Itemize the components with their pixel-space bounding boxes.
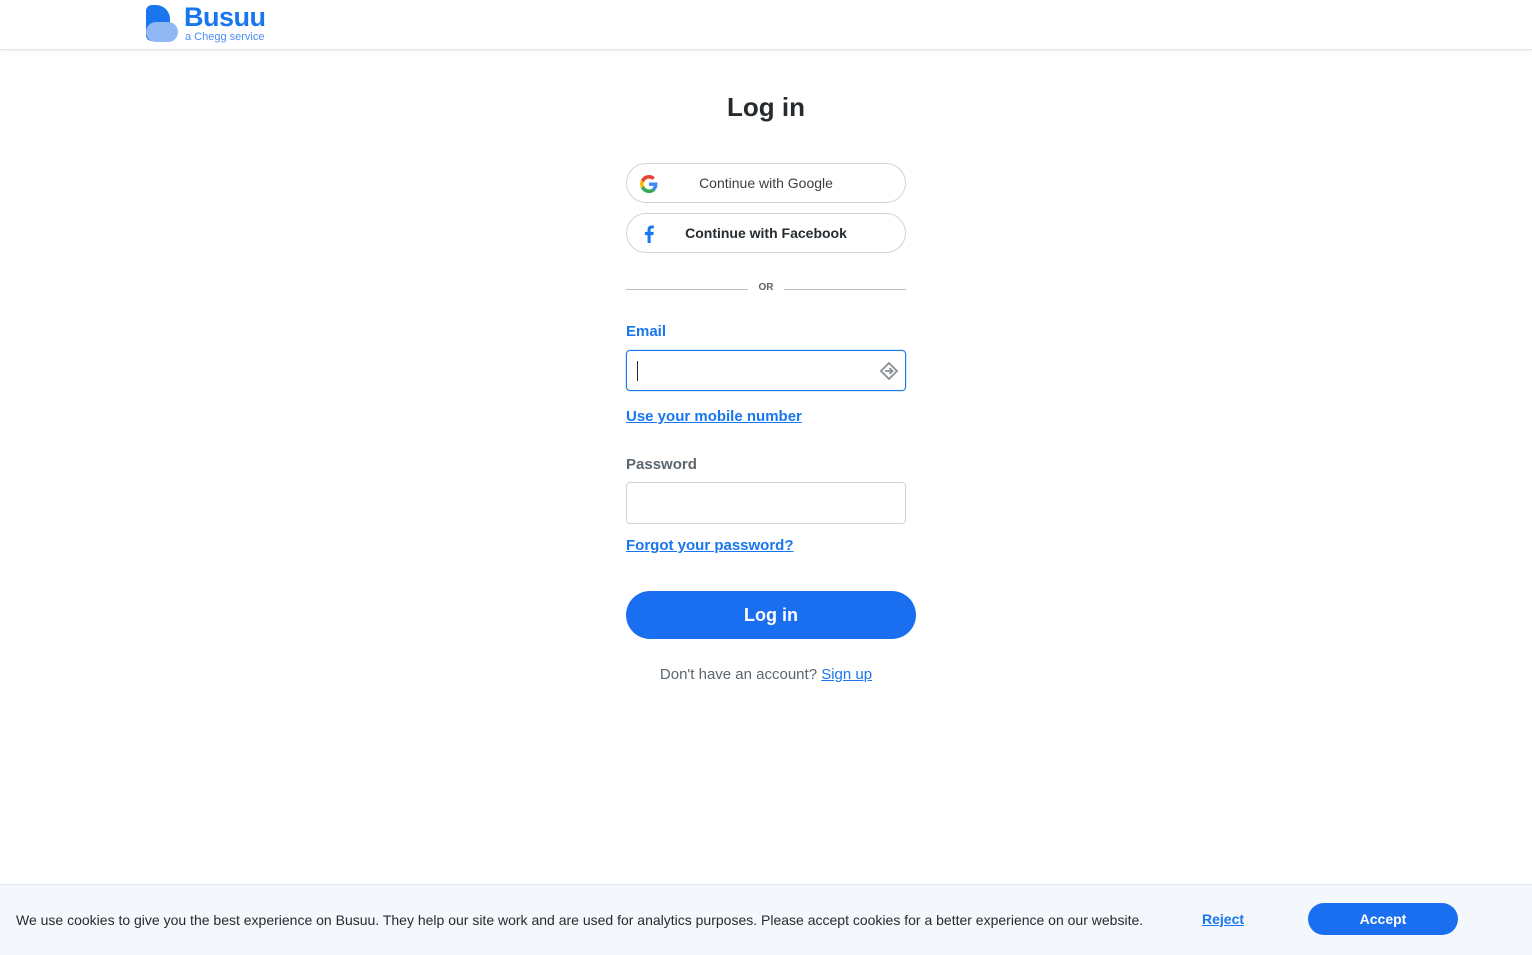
or-label: OR — [758, 282, 774, 293]
signup-prompt: Don't have an account? Sign up — [0, 666, 1532, 683]
top-header: Busuu a Chegg service — [0, 0, 1532, 50]
continue-with-facebook-button[interactable]: Continue with Facebook — [626, 213, 906, 253]
google-icon — [639, 174, 659, 194]
use-mobile-number-link[interactable]: Use your mobile number — [626, 408, 802, 425]
busuu-logo[interactable]: Busuu a Chegg service — [145, 4, 266, 46]
password-label: Password — [626, 456, 697, 473]
cookie-message: We use cookies to give you the best expe… — [16, 912, 1144, 928]
brand-name: Busuu — [184, 2, 266, 32]
password-field[interactable] — [626, 482, 906, 524]
page-title: Log in — [727, 92, 805, 122]
facebook-button-label: Continue with Facebook — [685, 225, 847, 241]
busuu-logo-icon — [145, 4, 179, 44]
continue-with-google-button[interactable]: Continue with Google — [626, 163, 906, 203]
email-field[interactable] — [626, 350, 906, 391]
autofill-key-icon[interactable] — [879, 361, 899, 381]
cookie-banner: We use cookies to give you the best expe… — [0, 884, 1532, 955]
login-button[interactable]: Log in — [626, 591, 916, 639]
google-button-label: Continue with Google — [699, 175, 833, 191]
brand-subtitle: a Chegg service — [185, 31, 265, 43]
facebook-icon — [639, 224, 659, 244]
no-account-text: Don't have an account? — [659, 666, 818, 683]
or-divider: OR — [626, 280, 906, 298]
reject-cookies-button[interactable]: Reject — [1202, 911, 1244, 927]
email-label: Email — [626, 323, 667, 340]
text-cursor — [637, 361, 638, 381]
forgot-password-link[interactable]: Forgot your password? — [626, 537, 794, 554]
accept-cookies-button[interactable]: Accept — [1308, 903, 1458, 935]
signup-link[interactable]: Sign up — [821, 666, 872, 683]
